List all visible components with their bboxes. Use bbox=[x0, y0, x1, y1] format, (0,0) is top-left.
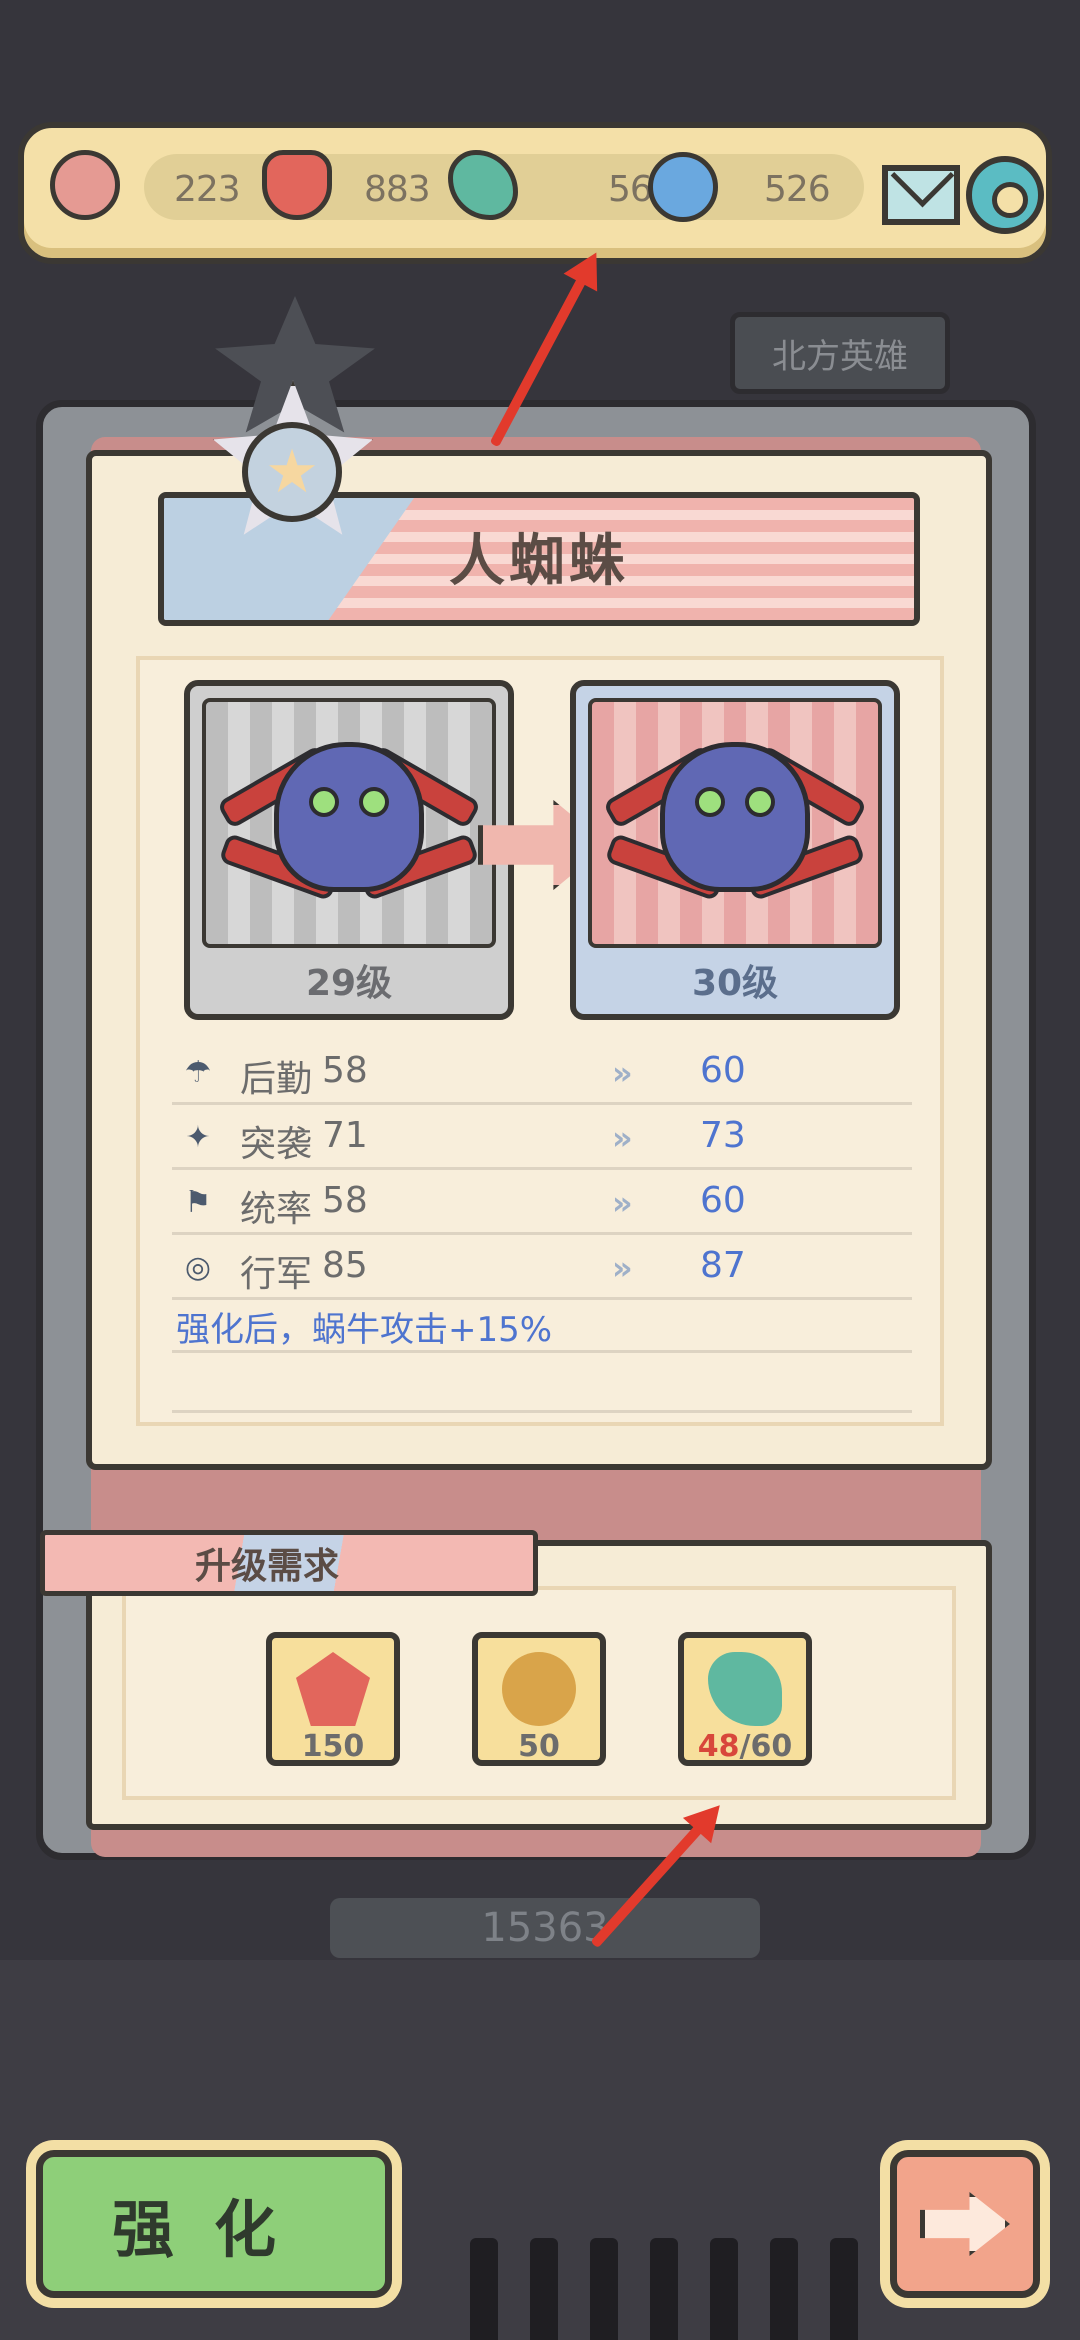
stat-current: 58 bbox=[322, 1050, 368, 1091]
wheel-icon: ◎ bbox=[184, 1249, 212, 1285]
divider bbox=[172, 1410, 912, 1413]
floor-stripe bbox=[710, 2238, 738, 2340]
stat-current: 71 bbox=[322, 1115, 368, 1156]
stat-next: 60 bbox=[700, 1180, 746, 1221]
strengthen-button[interactable]: 强化 bbox=[36, 2150, 392, 2298]
crystal-icon bbox=[296, 1652, 370, 1726]
beast-claw-icon bbox=[708, 1652, 782, 1726]
rifle-icon: ✦ bbox=[185, 1119, 211, 1155]
resource-crystal: 223 bbox=[174, 156, 241, 222]
requirement-count: 150 bbox=[301, 1729, 365, 1764]
double-chevron-icon: » bbox=[612, 1119, 632, 1157]
requirement-gear-medal[interactable]: 50 bbox=[472, 1632, 606, 1766]
upgrade-bonus-text: 强化后，蜗牛攻击+15% bbox=[176, 1310, 553, 1350]
stat-name: 行军 bbox=[240, 1254, 313, 1295]
resource-coin-value: 526 bbox=[764, 168, 831, 210]
avatar-icon[interactable] bbox=[50, 150, 120, 220]
requirement-beast-claw[interactable]: 48/60 bbox=[678, 1632, 812, 1766]
stat-row-command: ⚑ 统率 58 » 60 bbox=[172, 1170, 912, 1235]
stat-name: 统率 bbox=[240, 1189, 313, 1230]
requirement-crystal[interactable]: 150 bbox=[266, 1632, 400, 1766]
coin-icon bbox=[648, 152, 718, 222]
next-level-label: 30级 bbox=[691, 963, 779, 1004]
requirement-count: 48/60 bbox=[684, 1729, 806, 1764]
stat-next: 73 bbox=[700, 1115, 746, 1156]
current-level-label: 29级 bbox=[305, 963, 393, 1004]
flag-icon: ⚑ bbox=[184, 1184, 212, 1220]
floor-stripe bbox=[770, 2238, 798, 2340]
resource-gear-value: 883 bbox=[364, 168, 431, 210]
floor-stripe bbox=[650, 2238, 678, 2340]
settings-button[interactable] bbox=[960, 150, 1050, 240]
portrait-current-level: 29级 bbox=[184, 680, 514, 1020]
divider bbox=[172, 1350, 912, 1353]
requirements-title: 升级需求 bbox=[40, 1530, 538, 1596]
spider-man-icon bbox=[274, 742, 424, 892]
floor-stripe bbox=[590, 2238, 618, 2340]
hero-name: 人蜘蛛 bbox=[449, 529, 629, 594]
tab-north-heroes[interactable]: 北方英雄 bbox=[730, 312, 950, 394]
stats-list: ☂ 后勤 58 » 60 ✦ 突袭 71 » 73 ⚑ 统率 58 » 60 ◎… bbox=[172, 1040, 912, 1300]
arrow-right-icon bbox=[920, 2192, 1010, 2256]
floor-stripe bbox=[470, 2238, 498, 2340]
resource-claw: 56 bbox=[608, 156, 653, 222]
resource-bar: 223 883 56 526 bbox=[18, 122, 1052, 264]
double-chevron-icon: » bbox=[612, 1184, 632, 1222]
mail-icon bbox=[882, 165, 960, 225]
spider-man-icon bbox=[660, 742, 810, 892]
mail-button[interactable] bbox=[876, 150, 966, 240]
stat-name: 后勤 bbox=[240, 1059, 313, 1100]
floor-stripe bbox=[830, 2238, 858, 2340]
resource-gear: 883 bbox=[364, 156, 431, 222]
stat-next: 87 bbox=[700, 1245, 746, 1286]
gear-medal-icon bbox=[502, 1652, 576, 1726]
gear-icon bbox=[966, 156, 1044, 234]
requirement-count: 50 bbox=[518, 1729, 560, 1764]
crystal-icon bbox=[262, 150, 332, 220]
double-chevron-icon: » bbox=[612, 1249, 632, 1287]
hero-art-current bbox=[202, 698, 496, 948]
stat-name: 突袭 bbox=[240, 1124, 313, 1165]
stat-current: 85 bbox=[322, 1245, 368, 1286]
floor-stripe bbox=[530, 2238, 558, 2340]
resource-crystal-value: 223 bbox=[174, 168, 241, 210]
parachute-icon: ☂ bbox=[184, 1054, 212, 1090]
next-button[interactable] bbox=[890, 2150, 1040, 2298]
resource-claw-value: 56 bbox=[608, 168, 653, 210]
owned-count: 48 bbox=[697, 1729, 740, 1764]
power-value: 15363 bbox=[330, 1898, 760, 1958]
resource-coin: 526 bbox=[764, 156, 831, 222]
stat-row-raid: ✦ 突袭 71 » 73 bbox=[172, 1105, 912, 1170]
stat-row-logistics: ☂ 后勤 58 » 60 bbox=[172, 1040, 912, 1105]
stat-next: 60 bbox=[700, 1050, 746, 1091]
hero-art-next bbox=[588, 698, 882, 948]
double-chevron-icon: » bbox=[612, 1054, 632, 1092]
rank-badge-icon: ★ bbox=[242, 422, 342, 522]
stat-current: 58 bbox=[322, 1180, 368, 1221]
needed-count: /60 bbox=[739, 1729, 793, 1764]
portrait-next-level: 30级 bbox=[570, 680, 900, 1020]
stat-row-march: ◎ 行军 85 » 87 bbox=[172, 1235, 912, 1300]
